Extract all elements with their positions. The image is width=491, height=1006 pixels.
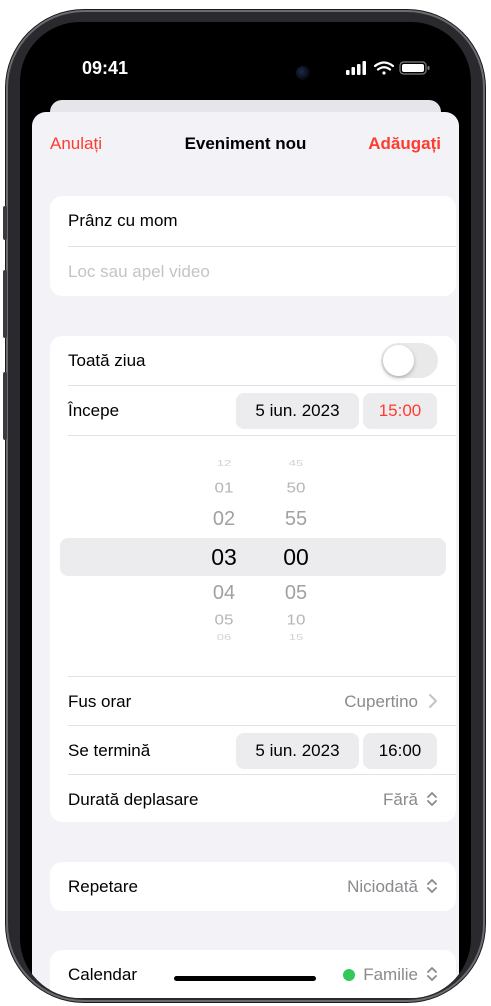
calendar-card: Calendar Familie <box>50 950 456 998</box>
new-event-sheet: Anulați Eveniment nou Adăugați Prânz cu … <box>32 112 459 998</box>
travel-time-value: Fără <box>383 789 418 809</box>
status-icons <box>346 60 446 76</box>
title-location-card: Prânz cu mom Loc sau apel video <box>50 196 456 296</box>
timezone-value: Cupertino <box>344 691 418 711</box>
travel-time-row[interactable]: Durată deplasare Fără <box>50 775 456 822</box>
repeat-label: Repetare <box>68 876 138 896</box>
picker-hour[interactable]: 05 <box>194 612 254 629</box>
screen: 09:41 Anulați Eveniment nou Adăugați Prâ… <box>20 22 471 998</box>
chevron-updown-icon <box>427 879 437 893</box>
travel-time-label: Durată deplasare <box>68 789 199 809</box>
calendar-value: Familie <box>343 965 418 985</box>
picker-hour[interactable]: 01 <box>194 480 254 497</box>
chevron-right-icon <box>429 694 437 708</box>
timezone-label: Fus orar <box>68 691 132 711</box>
picker-hour[interactable]: 02 <box>194 508 254 531</box>
calendar-row[interactable]: Calendar Familie <box>50 950 456 998</box>
picker-minute[interactable]: 05 <box>266 582 326 605</box>
picker-minute[interactable]: 50 <box>266 480 326 497</box>
repeat-row[interactable]: Repetare Niciodată <box>50 862 456 911</box>
datetime-card: Toată ziua Începe 5 iun. 2023 15:00 12 0… <box>50 336 456 822</box>
battery-icon <box>399 61 430 75</box>
chevron-updown-icon <box>427 967 437 981</box>
start-time-pill[interactable]: 15:00 <box>363 392 437 429</box>
nav-bar: Anulați Eveniment nou Adăugați <box>32 112 459 172</box>
all-day-toggle[interactable] <box>381 343 438 378</box>
volume-down-button <box>3 372 7 440</box>
calendar-label: Calendar <box>68 964 137 984</box>
start-date-pill[interactable]: 5 iun. 2023 <box>236 392 359 429</box>
all-day-label: Toată ziua <box>68 350 146 370</box>
ends-label: Se termină <box>68 740 151 760</box>
home-indicator[interactable] <box>174 976 316 981</box>
camera-icon <box>296 66 310 80</box>
volume-up-button <box>3 270 7 338</box>
repeat-card: Repetare Niciodată <box>50 862 456 911</box>
add-button[interactable]: Adăugați <box>368 134 441 154</box>
end-date-pill[interactable]: 5 iun. 2023 <box>236 732 359 769</box>
picker-hour[interactable]: 06 <box>194 633 254 642</box>
timezone-row[interactable]: Fus orar Cupertino <box>50 677 456 726</box>
chevron-updown-icon <box>427 792 437 806</box>
status-time: 09:41 <box>82 58 129 78</box>
time-picker[interactable]: 12 01 02 03 04 05 06 45 50 55 00 05 10 1… <box>50 434 456 674</box>
picker-hour[interactable]: 04 <box>194 582 254 605</box>
end-time-pill[interactable]: 16:00 <box>363 732 437 769</box>
picker-minute-selected[interactable]: 00 <box>266 544 326 571</box>
action-button <box>3 206 7 240</box>
event-title-input[interactable]: Prânz cu mom <box>68 211 178 231</box>
starts-label: Începe <box>68 400 120 420</box>
picker-hour-selected[interactable]: 03 <box>194 544 254 571</box>
picker-minute[interactable]: 15 <box>266 633 326 642</box>
calendar-value-text: Familie <box>363 964 418 984</box>
picker-minute[interactable]: 10 <box>266 612 326 629</box>
picker-minute[interactable]: 55 <box>266 508 326 531</box>
status-bar: 09:41 <box>20 22 471 112</box>
picker-minute[interactable]: 45 <box>266 459 326 468</box>
picker-hour[interactable]: 12 <box>194 459 254 468</box>
repeat-value: Niciodată <box>347 876 418 896</box>
calendar-color-dot <box>343 968 356 981</box>
location-input[interactable]: Loc sau apel video <box>68 262 210 282</box>
wifi-icon <box>373 61 395 75</box>
cellular-signal-icon <box>346 61 366 75</box>
